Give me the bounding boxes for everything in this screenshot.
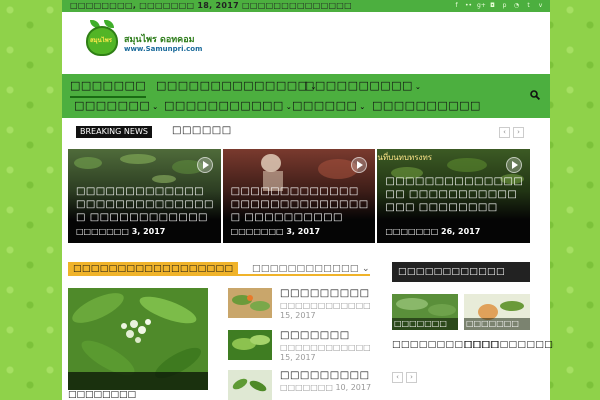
list-item-title[interactable]: □□□□□□□ xyxy=(280,330,350,341)
nav-item-label: □□□□□□□□□□ xyxy=(304,79,413,92)
logo-url: www.Samunpri.com xyxy=(124,45,203,53)
video-play-icon[interactable] xyxy=(196,157,213,173)
nav-item-menu-4[interactable]: □□□□□□□ ⌄ xyxy=(74,96,159,118)
nav-item-menu-2[interactable]: □□□□□□□□□□□□□□ ⌄ xyxy=(156,76,317,98)
list-item[interactable]: □□□□□□□□□ □□□□□□□ 10, 2017 xyxy=(228,370,373,400)
list-item-thumbnail xyxy=(228,330,272,360)
block-header: □□□□□□□□□□□□□□□□□□ □□□□□□□□□□□□ ⌄ xyxy=(68,262,370,276)
logo-title: สมุนไพร ดอทคอม xyxy=(124,35,195,45)
nav-item-menu-7[interactable]: □□□□□□□□□□ xyxy=(372,96,481,118)
plant-image xyxy=(232,378,267,392)
sidebar-card[interactable]: □□□□□□□ xyxy=(392,294,458,330)
vimeo-icon[interactable]: v xyxy=(537,1,544,10)
pinterest-icon[interactable]: p xyxy=(501,1,508,10)
list-item[interactable]: □□□□□□□ □□□□□□□□□□□□ 15, 2017 xyxy=(228,330,373,374)
chevron-down-icon: ⌄ xyxy=(414,83,422,91)
breaking-news-headline[interactable]: □□□□□□ xyxy=(172,125,232,136)
featured-date: □□□□□□□ 3, 2017 xyxy=(230,227,321,236)
main-nav: □□□□□□□ □□□□□□□□□□□□□□ ⌄ □□□□□□□□□□ ⌄ □□□□… xyxy=(62,74,550,118)
featured-title[interactable]: □□□□□□□□□□□□□ □□□□□□□□□□□□□□□ □□□□□□□□□□ xyxy=(231,185,371,224)
facebook-icon[interactable]: f xyxy=(453,1,460,10)
next-arrow-icon[interactable]: › xyxy=(406,372,417,383)
featured-title[interactable]: □□□□□□□□□□□□□ □□□□□□□□□□□□□□□ □□□□□□□□□□… xyxy=(76,185,216,224)
plant-image xyxy=(232,295,270,311)
block-title[interactable]: □□□□□□□□□□□□□□□□□□ xyxy=(68,262,239,276)
featured-date: □□□□□□□ 26, 2017 xyxy=(385,227,481,236)
flickr-icon[interactable]: •• xyxy=(465,1,472,10)
nav-item-menu-3[interactable]: □□□□□□□□□□ ⌄ xyxy=(304,76,421,98)
featured-post[interactable]: นที่บนทบทรงทร □□□□□□□□□□□□□□□□ □□□□□□□□□… xyxy=(377,149,531,243)
site-logo[interactable]: สมุนไพร สมุนไพร ดอทคอม www.Samunpri.com xyxy=(82,20,202,66)
list-item-date: □□□□□□□□□□□□ 15, 2017 xyxy=(280,301,371,320)
chevron-down-icon: ⌄ xyxy=(359,103,366,111)
block-big-title[interactable]: □□□□□□□□ xyxy=(68,390,136,400)
prev-arrow-icon[interactable]: ‹ xyxy=(499,127,510,138)
nav-item-label: □□□□□□□ xyxy=(74,99,151,112)
sidebar-card-caption[interactable]: □□□□□□□□□□□□ xyxy=(392,340,498,351)
top-bar: □□□□□□□□, □□□□□□□ 18, 2017 □□□□□□□□□□□□□… xyxy=(62,0,550,12)
sidebar-card-title: □□□□□□□ xyxy=(466,319,519,328)
twitter-icon[interactable]: t xyxy=(525,1,532,10)
nav-item-label: □□□□□□□□□□ xyxy=(372,99,481,112)
page-container: □□□□□□□□, □□□□□□□ 18, 2017 □□□□□□□□□□□□□… xyxy=(62,0,553,400)
chevron-down-icon: ⌄ xyxy=(152,103,159,111)
video-play-icon[interactable] xyxy=(506,157,523,173)
search-icon[interactable] xyxy=(530,90,540,100)
sidebar-card[interactable]: □□□□□□□ xyxy=(464,294,530,330)
logo-badge-text: สมุนไพร xyxy=(90,37,112,44)
block-big-thumbnail[interactable] xyxy=(68,288,208,390)
sidebar-block-title[interactable]: □□□□□□□□□□□□ xyxy=(392,262,530,282)
sidebar-card-title: □□□□□□□ xyxy=(394,319,447,328)
list-item[interactable]: □□□□□□□□□ □□□□□□□□□□□□ 15, 2017 xyxy=(228,288,373,332)
list-item-date: □□□□□□□ 10, 2017 xyxy=(280,383,372,392)
prev-arrow-icon[interactable]: ‹ xyxy=(392,372,403,383)
featured-image-caption: นที่บนทบทรงทร xyxy=(377,153,433,162)
plant-image xyxy=(232,335,270,350)
nav-item-menu-6[interactable]: □□□□□□ ⌄ xyxy=(292,96,366,118)
current-date: □□□□□□□□, □□□□□□□ 18, 2017 xyxy=(70,1,240,10)
featured-posts: □□□□□□□□□□□□□ □□□□□□□□□□□□□□□ □□□□□□□□□□… xyxy=(68,149,531,243)
list-item-thumbnail xyxy=(228,370,272,400)
nav-item-menu-5[interactable]: □□□□□□□□□□□ ⌄ xyxy=(164,96,292,118)
plant-image xyxy=(68,288,208,390)
nav-item-label: □□□□□□ xyxy=(292,99,358,112)
social-icons: f •• g+ ◘ p ◔ t v xyxy=(453,1,544,10)
breaking-news-arrows: ‹ › xyxy=(499,127,524,138)
featured-date: □□□□□□□ 3, 2017 xyxy=(76,227,166,236)
nav-item-home[interactable]: □□□□□□□ xyxy=(70,76,147,98)
sidebar-pager: ‹ › xyxy=(392,372,417,383)
featured-post[interactable]: □□□□□□□□□□□□□ □□□□□□□□□□□□□□□ □□□□□□□□□□… xyxy=(222,149,376,243)
breaking-news-label: BREAKING NEWS xyxy=(76,126,152,138)
site-header: สมุนไพร สมุนไพร ดอทคอม www.Samunpri.com xyxy=(62,12,550,74)
list-item-thumbnail xyxy=(228,288,272,318)
nav-item-label: □□□□□□□□□□□ xyxy=(164,99,284,112)
google-plus-icon[interactable]: g+ xyxy=(477,1,486,10)
top-link[interactable]: □□□□□□□□□□□□□□ xyxy=(242,0,352,12)
featured-post[interactable]: □□□□□□□□□□□□□ □□□□□□□□□□□□□□□ □□□□□□□□□□… xyxy=(68,149,221,243)
block-filter-dropdown[interactable]: □□□□□□□□□□□□ ⌄ xyxy=(252,262,370,276)
nav-item-label: □□□□□□□ xyxy=(70,79,147,92)
list-item-date: □□□□□□□□□□□□ 15, 2017 xyxy=(280,343,371,362)
list-item-title[interactable]: □□□□□□□□□ xyxy=(280,370,370,381)
next-arrow-icon[interactable]: › xyxy=(513,127,524,138)
nav-item-label: □□□□□□□□□□□□□□ xyxy=(156,79,309,92)
instagram-icon[interactable]: ◘ xyxy=(489,1,496,10)
rss-icon[interactable]: ◔ xyxy=(513,1,520,10)
featured-title[interactable]: □□□□□□□□□□□□□□□□ □□□□□□□□□□□□□□ □□□□□□□□ xyxy=(385,175,525,214)
list-item-title[interactable]: □□□□□□□□□ xyxy=(280,288,370,299)
sidebar-card-caption[interactable]: □□□□□□□□□□ xyxy=(464,340,553,350)
